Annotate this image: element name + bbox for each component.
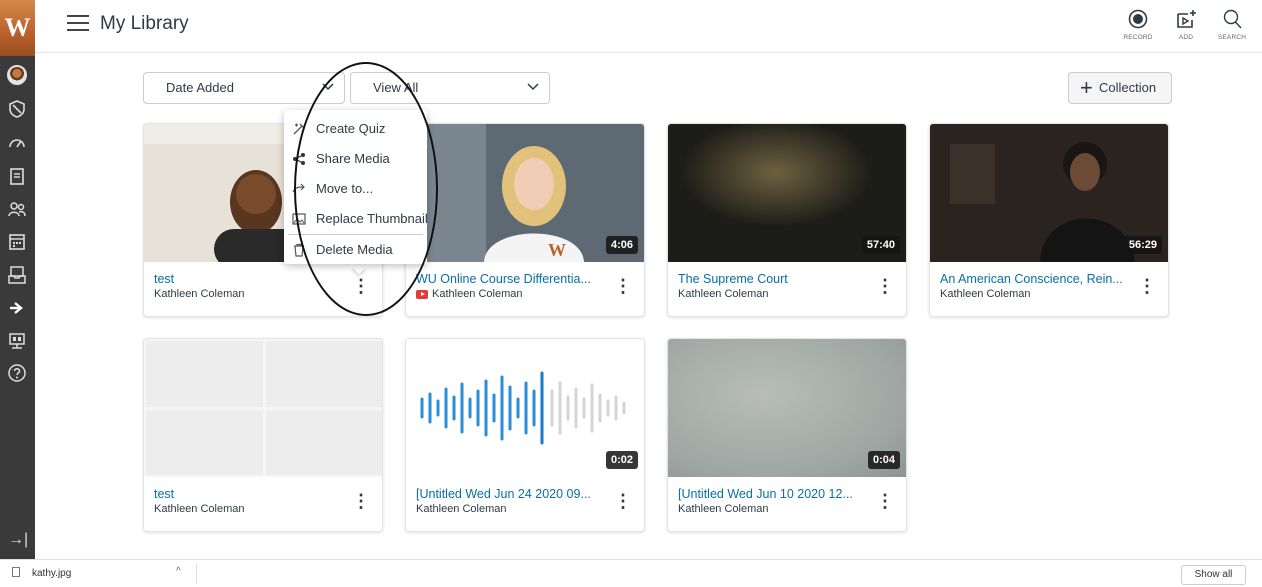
menu-item-delete-media[interactable]: Delete Media: [284, 235, 427, 265]
record-icon: [1128, 9, 1148, 29]
media-card[interactable]: 0:02 [Untitled Wed Jun 24 2020 09... Kat…: [405, 338, 645, 532]
school-logo[interactable]: W: [0, 0, 35, 56]
download-divider: [196, 564, 197, 584]
media-owner: Kathleen Coleman: [940, 288, 1031, 300]
media-thumbnail[interactable]: W 4:06: [406, 124, 644, 262]
media-owner: Kathleen Coleman: [678, 288, 769, 300]
more-options-button[interactable]: ⋮: [876, 491, 894, 511]
view-select[interactable]: View All: [350, 72, 550, 104]
media-owner: Kathleen Coleman: [154, 503, 245, 515]
chevron-down-icon: [527, 83, 539, 91]
account-avatar[interactable]: [6, 64, 28, 86]
help-icon[interactable]: [6, 362, 28, 384]
media-duration: 56:29: [1123, 236, 1162, 254]
menu-item-label: Share Media: [316, 151, 390, 166]
media-owner: Kathleen Coleman: [416, 503, 507, 515]
global-nav: W →|: [0, 0, 35, 559]
media-card[interactable]: test Kathleen Coleman ⋮: [143, 338, 383, 532]
svg-text:W: W: [548, 240, 566, 260]
media-owner: Kathleen Coleman: [678, 503, 769, 515]
media-card[interactable]: 0:04 [Untitled Wed Jun 10 2020 12... Kat…: [667, 338, 907, 532]
media-title-link[interactable]: [Untitled Wed Jun 24 2020 09...: [416, 487, 606, 501]
menu-item-label: Delete Media: [316, 242, 393, 257]
search-icon: [1223, 9, 1242, 29]
media-title-link[interactable]: An American Conscience, Rein...: [940, 272, 1130, 286]
media-owner: Kathleen Coleman: [154, 288, 245, 300]
courses-icon[interactable]: [6, 166, 28, 188]
sort-select[interactable]: Date Added: [143, 72, 345, 104]
record-button[interactable]: RECORD: [1116, 8, 1160, 41]
app-window: W →| My Library RECORD ADD SEARCH Date A…: [0, 0, 1262, 587]
menu-item-replace-thumbnail[interactable]: Replace Thumbnail: [284, 204, 428, 234]
media-duration: 0:04: [867, 451, 900, 469]
media-card[interactable]: 56:29 An American Conscience, Rein... Ka…: [929, 123, 1169, 317]
logo-letter: W: [4, 13, 31, 42]
media-card[interactable]: W 4:06 WU Online Course Differentia... K…: [405, 123, 645, 317]
page-title: My Library: [100, 13, 189, 34]
studio-icon[interactable]: [6, 330, 28, 352]
menu-item-label: Move to...: [316, 181, 374, 196]
trash-icon: [294, 243, 304, 257]
youtube-icon: [416, 290, 428, 299]
menu-item-move-to[interactable]: Move to...: [284, 174, 427, 204]
commons-icon[interactable]: [6, 297, 28, 319]
media-owner: Kathleen Coleman: [432, 288, 523, 300]
media-duration: 57:40: [861, 236, 900, 254]
more-options-button[interactable]: ⋮: [614, 276, 632, 296]
more-options-button[interactable]: ⋮: [352, 276, 370, 296]
menu-item-create-quiz[interactable]: Create Quiz: [284, 114, 427, 144]
menu-item-label: Create Quiz: [316, 121, 386, 136]
move-arrow-icon: [292, 183, 305, 193]
media-options-menu: Create Quiz Share Media Move to... Repla…: [284, 110, 428, 265]
media-thumbnail[interactable]: 0:04: [668, 339, 906, 477]
menu-item-label: Replace Thumbnail: [316, 211, 428, 226]
media-duration: 0:02: [605, 451, 638, 469]
inbox-icon[interactable]: [6, 264, 28, 286]
media-title-link[interactable]: test: [154, 487, 344, 501]
more-options-button[interactable]: ⋮: [1138, 276, 1156, 296]
media-thumbnail[interactable]: 57:40: [668, 124, 906, 262]
media-title-link[interactable]: The Supreme Court: [678, 272, 868, 286]
show-all-button[interactable]: Show all: [1181, 565, 1246, 585]
audio-waveform-thumbnail[interactable]: 0:02: [406, 339, 644, 477]
media-thumbnail[interactable]: 56:29: [930, 124, 1168, 262]
add-label: ADD: [1178, 34, 1194, 41]
header-divider: [35, 52, 1262, 53]
sort-select-value: Date Added: [166, 80, 234, 95]
image-icon: [292, 213, 306, 225]
collection-placeholder-thumbnail[interactable]: [144, 339, 382, 477]
hamburger-menu-icon[interactable]: [67, 15, 89, 33]
more-options-button[interactable]: ⋮: [352, 491, 370, 511]
chevron-up-icon[interactable]: ^: [176, 566, 181, 577]
groups-icon[interactable]: [6, 198, 28, 220]
file-icon: [12, 567, 20, 577]
media-title-link[interactable]: test: [154, 272, 344, 286]
view-select-value: View All: [373, 80, 419, 95]
downloaded-file[interactable]: kathy.jpg: [12, 567, 71, 579]
more-options-button[interactable]: ⋮: [614, 491, 632, 511]
media-duration: 4:06: [605, 236, 638, 254]
media-card[interactable]: 57:40 The Supreme Court Kathleen Coleman…: [667, 123, 907, 317]
collapse-nav-icon[interactable]: →|: [8, 531, 28, 549]
more-options-button[interactable]: ⋮: [876, 276, 894, 296]
search-button[interactable]: SEARCH: [1210, 8, 1254, 41]
add-collection-button[interactable]: + Collection: [1068, 72, 1172, 104]
add-media-icon: [1177, 10, 1196, 28]
share-icon: [293, 153, 305, 165]
add-button[interactable]: ADD: [1164, 8, 1208, 41]
download-bar: kathy.jpg ^ Show all: [0, 559, 1262, 587]
record-label: RECORD: [1123, 34, 1153, 41]
media-title-link[interactable]: WU Online Course Differentia...: [416, 272, 606, 286]
media-title-link[interactable]: [Untitled Wed Jun 10 2020 12...: [678, 487, 868, 501]
admin-shield-icon[interactable]: [6, 98, 28, 120]
search-label: SEARCH: [1217, 34, 1247, 41]
menu-item-share-media[interactable]: Share Media: [284, 144, 427, 174]
plus-icon: +: [1080, 75, 1093, 100]
quiz-icon: [293, 123, 305, 135]
downloaded-file-name: kathy.jpg: [32, 568, 72, 579]
collection-button-label: Collection: [1099, 80, 1157, 95]
calendar-icon[interactable]: [6, 231, 28, 253]
dashboard-icon[interactable]: [6, 132, 28, 154]
chevron-down-icon: [322, 83, 334, 91]
